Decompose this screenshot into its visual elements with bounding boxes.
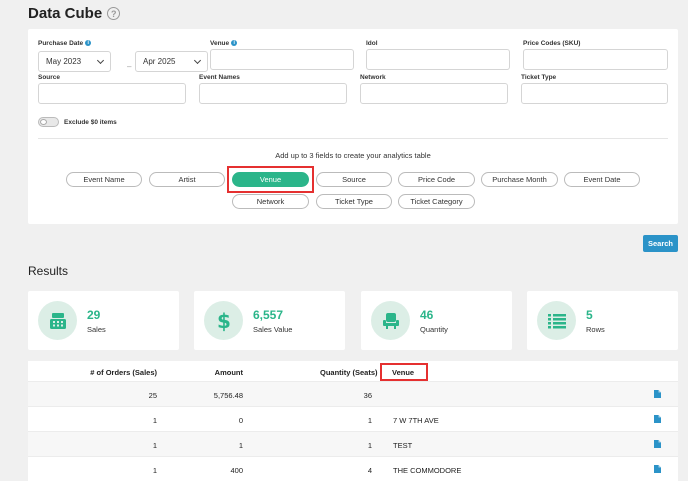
- stat-label: Sales Value: [253, 325, 293, 334]
- idol-label: Idol: [366, 39, 378, 47]
- date-range-separator: –: [127, 62, 132, 71]
- stat-label: Rows: [586, 325, 605, 334]
- search-button[interactable]: Search: [643, 235, 678, 252]
- page-title-text: Data Cube: [28, 5, 103, 22]
- column-header-amount[interactable]: Amount: [163, 368, 243, 377]
- field-pill-event-name[interactable]: Event Name: [66, 172, 142, 187]
- document-icon[interactable]: [654, 415, 661, 423]
- network-label: Network: [360, 73, 386, 81]
- venue-column-highlight: [380, 363, 428, 381]
- toggle-knob: [40, 119, 47, 125]
- source-filter: Source: [38, 73, 186, 104]
- chevron-down-icon: [96, 56, 105, 64]
- stat-label: Sales: [87, 325, 106, 334]
- results-title: Results: [28, 264, 69, 278]
- venue-pill-highlight: [227, 166, 314, 193]
- stat-label: Quantity: [420, 325, 448, 334]
- ticket-type-label: Ticket Type: [521, 73, 557, 81]
- price-codes-label: Price Codes (SKU): [523, 39, 581, 47]
- list-icon: [537, 301, 576, 340]
- column-header-quantity[interactable]: Quantity (Seats): [320, 368, 378, 377]
- field-pill-event-date[interactable]: Event Date: [564, 172, 640, 187]
- purchase-date-label: Purchase Date: [38, 39, 84, 47]
- divider: [38, 138, 668, 139]
- purchase-date-to-select[interactable]: Apr 2025: [135, 51, 208, 72]
- stat-value: 5: [586, 308, 593, 322]
- field-pill-price-code[interactable]: Price Code: [398, 172, 475, 187]
- stat-card-sales-value: $ 6,557 Sales Value: [194, 291, 345, 350]
- filters-panel: Purchase Date i May 2023 – Apr 2025 Venue…: [28, 29, 678, 224]
- network-input[interactable]: [360, 83, 508, 104]
- table-row[interactable]: 1 0 1 7 W 7TH AVE: [28, 407, 678, 432]
- venue-label: Venue: [210, 39, 230, 47]
- field-pill-network[interactable]: Network: [232, 194, 309, 209]
- table-row[interactable]: 1 400 4 THE COMMODORE: [28, 457, 678, 481]
- stat-card-quantity: 46 Quantity: [361, 291, 512, 350]
- svg-text:$: $: [217, 310, 231, 332]
- event-names-input[interactable]: [199, 83, 347, 104]
- info-icon[interactable]: i: [85, 40, 92, 46]
- stat-value: 29: [87, 308, 101, 322]
- event-names-label: Event Names: [199, 73, 240, 81]
- venue-input[interactable]: [210, 49, 354, 70]
- document-icon[interactable]: [654, 390, 661, 398]
- exclude-zero-row: Exclude $0 items: [38, 117, 117, 127]
- document-icon[interactable]: [654, 440, 661, 448]
- field-pill-source[interactable]: Source: [316, 172, 392, 187]
- exclude-zero-label: Exclude $0 items: [64, 118, 117, 126]
- seat-icon: [371, 301, 410, 340]
- venue-filter: Venue i: [210, 39, 354, 70]
- price-codes-input[interactable]: [523, 49, 668, 70]
- info-icon[interactable]: i: [231, 40, 238, 46]
- dollar-icon: $: [204, 301, 243, 340]
- page-title: Data Cube ?: [28, 5, 121, 22]
- stat-card-sales: 29 Sales: [28, 291, 179, 350]
- purchase-date-filter: Purchase Date i May 2023 – Apr 2025: [38, 39, 208, 72]
- cash-register-icon: [38, 301, 77, 340]
- fields-hint: Add up to 3 fields to create your analyt…: [275, 151, 431, 160]
- source-label: Source: [38, 73, 61, 81]
- ticket-type-filter: Ticket Type: [521, 73, 668, 104]
- document-icon[interactable]: [654, 465, 661, 473]
- table-header: # of Orders (Sales) Amount Quantity (Sea…: [28, 361, 678, 382]
- table-row[interactable]: 25 5,756.48 36: [28, 382, 678, 407]
- field-pill-artist[interactable]: Artist: [149, 172, 225, 187]
- question-circle-icon[interactable]: ?: [107, 7, 121, 20]
- exclude-zero-toggle[interactable]: [38, 117, 59, 127]
- field-pill-ticket-category[interactable]: Ticket Category: [398, 194, 475, 209]
- stat-card-rows: 5 Rows: [527, 291, 678, 350]
- idol-input[interactable]: [366, 49, 510, 70]
- event-names-filter: Event Names: [199, 73, 347, 104]
- column-header-orders[interactable]: # of Orders (Sales): [77, 368, 157, 377]
- field-pill-ticket-type[interactable]: Ticket Type: [316, 194, 392, 209]
- network-filter: Network: [360, 73, 508, 104]
- price-codes-filter: Price Codes (SKU): [523, 39, 668, 70]
- purchase-date-from-select[interactable]: May 2023: [38, 51, 111, 72]
- ticket-type-input[interactable]: [521, 83, 668, 104]
- idol-filter: Idol: [366, 39, 510, 70]
- source-input[interactable]: [38, 83, 186, 104]
- stat-value: 6,557: [253, 308, 284, 322]
- table-row[interactable]: 1 1 1 TEST: [28, 432, 678, 457]
- chevron-down-icon: [193, 56, 202, 64]
- results-table: # of Orders (Sales) Amount Quantity (Sea…: [28, 361, 678, 481]
- stat-value: 46: [420, 308, 434, 322]
- field-pill-purchase-month[interactable]: Purchase Month: [481, 172, 558, 187]
